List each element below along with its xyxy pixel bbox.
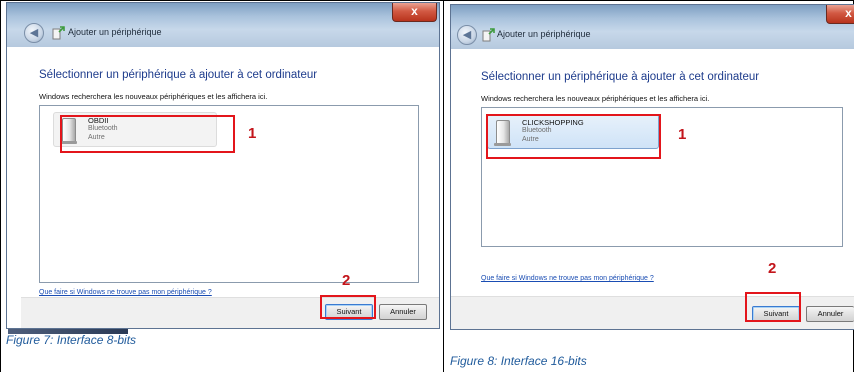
help-link[interactable]: Que faire si Windows ne trouve pas mon p… [481,275,654,282]
add-device-icon [52,26,65,40]
wizard-content: Sélectionner un périphérique à ajouter à… [21,47,439,328]
table-border-middle [443,0,444,372]
add-device-icon [482,28,495,42]
window-title: Ajouter un périphérique [497,29,591,39]
back-arrow-icon[interactable]: ◀ [24,23,44,43]
table-border-top [0,0,854,1]
step-marker-1: 1 [678,126,687,143]
step-marker-2: 2 [768,260,777,277]
wizard-footer: Suivant Annuler [21,297,439,328]
title-bar: x ◀ Ajouter un périphérique [451,5,854,49]
highlight-box-device [60,115,235,153]
table-border-left [0,0,1,372]
add-device-window: x ◀ Ajouter un périphérique Sélectionner… [6,2,440,329]
step-marker-1: 1 [248,125,257,142]
window-title: Ajouter un périphérique [68,27,162,37]
highlight-box-device [486,114,661,159]
cancel-button[interactable]: Annuler [806,306,854,322]
back-arrow-icon[interactable]: ◀ [457,25,477,45]
cancel-button[interactable]: Annuler [379,304,427,320]
figure-caption: Figure 7: Interface 8-bits [6,333,137,347]
step-marker-2: 2 [342,272,351,289]
instruction-text: Windows recherchera les nouveaux périphé… [481,94,710,103]
wizard-content: Sélectionner un périphérique à ajouter à… [451,49,854,329]
page-heading: Sélectionner un périphérique à ajouter à… [481,71,760,83]
figure-caption: Figure 8: Interface 16-bits [450,354,587,368]
add-device-window: x ◀ Ajouter un périphérique Sélectionner… [450,4,854,330]
page-heading: Sélectionner un périphérique à ajouter à… [39,69,318,81]
instruction-text: Windows recherchera les nouveaux périphé… [39,92,268,101]
highlight-box-next [745,292,801,322]
title-bar: x ◀ Ajouter un périphérique [7,3,439,47]
close-button[interactable]: x [826,5,854,24]
close-button[interactable]: x [392,3,437,22]
help-link[interactable]: Que faire si Windows ne trouve pas mon p… [39,289,212,296]
highlight-box-next [320,295,376,319]
